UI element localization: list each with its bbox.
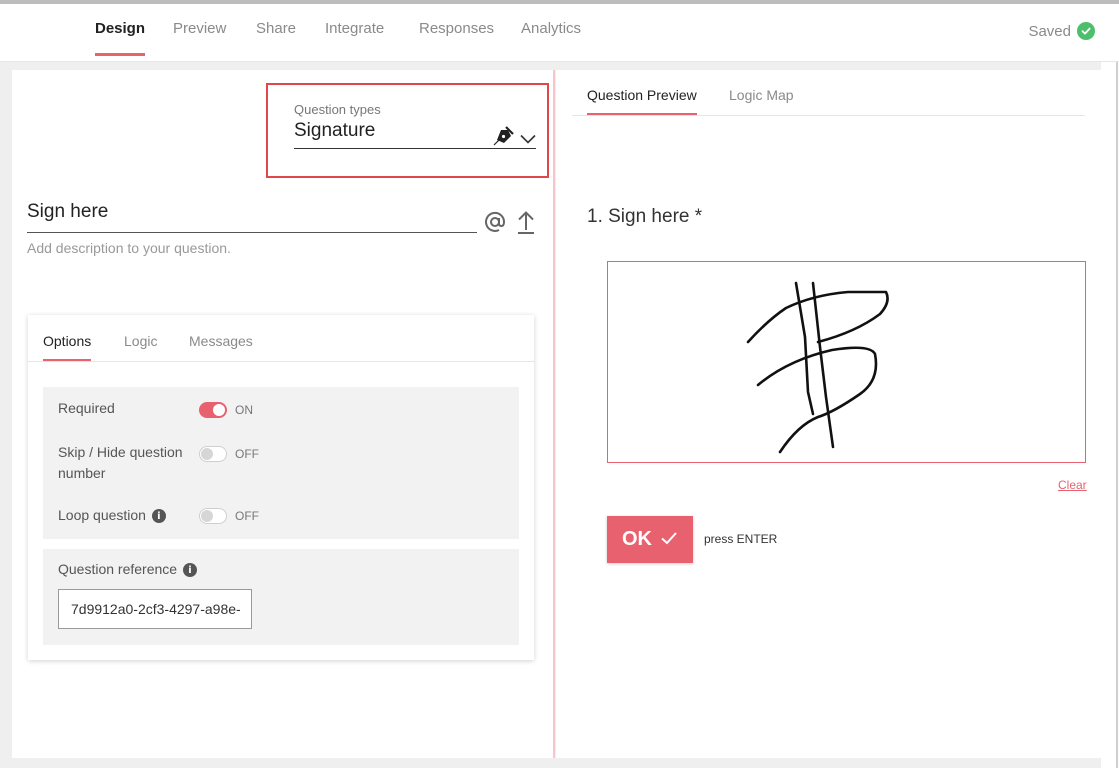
- upload-icon[interactable]: [516, 210, 536, 238]
- required-state: ON: [235, 403, 253, 417]
- tab-preview[interactable]: Preview: [173, 20, 226, 37]
- tab-analytics[interactable]: Analytics: [521, 20, 581, 37]
- skip-hide-state: OFF: [235, 447, 259, 461]
- tab-design[interactable]: Design: [95, 20, 146, 56]
- question-reference-label: Question reference: [58, 561, 178, 577]
- loop-question-label: Loop question: [58, 507, 146, 523]
- checkmark-circle-icon: [1077, 22, 1095, 40]
- question-type-dropdown[interactable]: Signature: [294, 120, 536, 149]
- question-reference-row: Question reference i: [58, 559, 197, 580]
- loop-question-toggle[interactable]: [199, 508, 227, 524]
- question-title-tools: [484, 210, 536, 238]
- ok-button[interactable]: OK: [607, 516, 693, 563]
- checkmark-icon: [660, 528, 678, 551]
- question-type-value: Signature: [294, 120, 376, 141]
- chevron-down-icon[interactable]: [520, 128, 536, 150]
- question-description-input[interactable]: Add description to your question.: [27, 240, 231, 256]
- pen-nib-icon: [492, 126, 514, 152]
- loop-question-state: OFF: [235, 509, 259, 523]
- preview-tab-divider: [572, 115, 1085, 116]
- question-editor-panel: Question types Signature Sign here Add d…: [12, 70, 553, 758]
- question-reference-input[interactable]: 7d9912a0-2cf3-4297-a98e-: [58, 589, 252, 629]
- options-card: Options Logic Messages Required ON Skip …: [28, 315, 534, 660]
- signature-pad[interactable]: [607, 261, 1086, 463]
- tab-question-preview[interactable]: Question Preview: [587, 87, 697, 116]
- tab-integrate[interactable]: Integrate: [325, 20, 384, 37]
- tab-messages[interactable]: Messages: [189, 333, 253, 349]
- tab-options[interactable]: Options: [43, 333, 92, 362]
- press-enter-hint: press ENTER: [704, 532, 778, 546]
- question-title-input[interactable]: Sign here: [27, 201, 477, 233]
- skip-hide-toggle[interactable]: [199, 446, 227, 462]
- info-icon[interactable]: i: [182, 563, 197, 578]
- at-sign-icon[interactable]: [484, 211, 506, 237]
- signature-drawing: [746, 281, 889, 454]
- question-reference-block: Question reference i 7d9912a0-2cf3-4297-…: [43, 549, 519, 645]
- tab-share[interactable]: Share: [256, 20, 296, 37]
- saved-status-label: Saved: [1028, 22, 1071, 40]
- options-tab-divider: [28, 361, 534, 362]
- skip-hide-label: Skip / Hide question number: [58, 444, 183, 481]
- clear-signature-link[interactable]: Clear: [1058, 478, 1087, 492]
- question-title-value: Sign here: [27, 201, 109, 222]
- tab-logic-map[interactable]: Logic Map: [729, 87, 794, 103]
- question-type-selector[interactable]: Question types Signature: [266, 83, 549, 178]
- preview-panel: Question Preview Logic Map 1. Sign here …: [556, 70, 1101, 758]
- settings-block: Required ON Skip / Hide question number …: [43, 387, 519, 539]
- info-icon[interactable]: i: [151, 509, 166, 524]
- question-types-label: Question types: [294, 102, 381, 117]
- ok-button-label: OK: [622, 528, 652, 550]
- required-toggle[interactable]: [199, 402, 227, 418]
- required-label: Required: [58, 400, 115, 416]
- panel-divider: [553, 70, 555, 758]
- top-navigation: Design Preview Share Integrate Responses…: [0, 0, 1119, 62]
- window-edge: [1116, 62, 1118, 768]
- loop-question-row: Loop question i: [58, 505, 166, 526]
- tab-responses[interactable]: Responses: [419, 20, 494, 37]
- saved-status: Saved: [1028, 22, 1095, 40]
- preview-question-title: 1. Sign here *: [587, 206, 703, 227]
- tab-logic[interactable]: Logic: [124, 333, 157, 349]
